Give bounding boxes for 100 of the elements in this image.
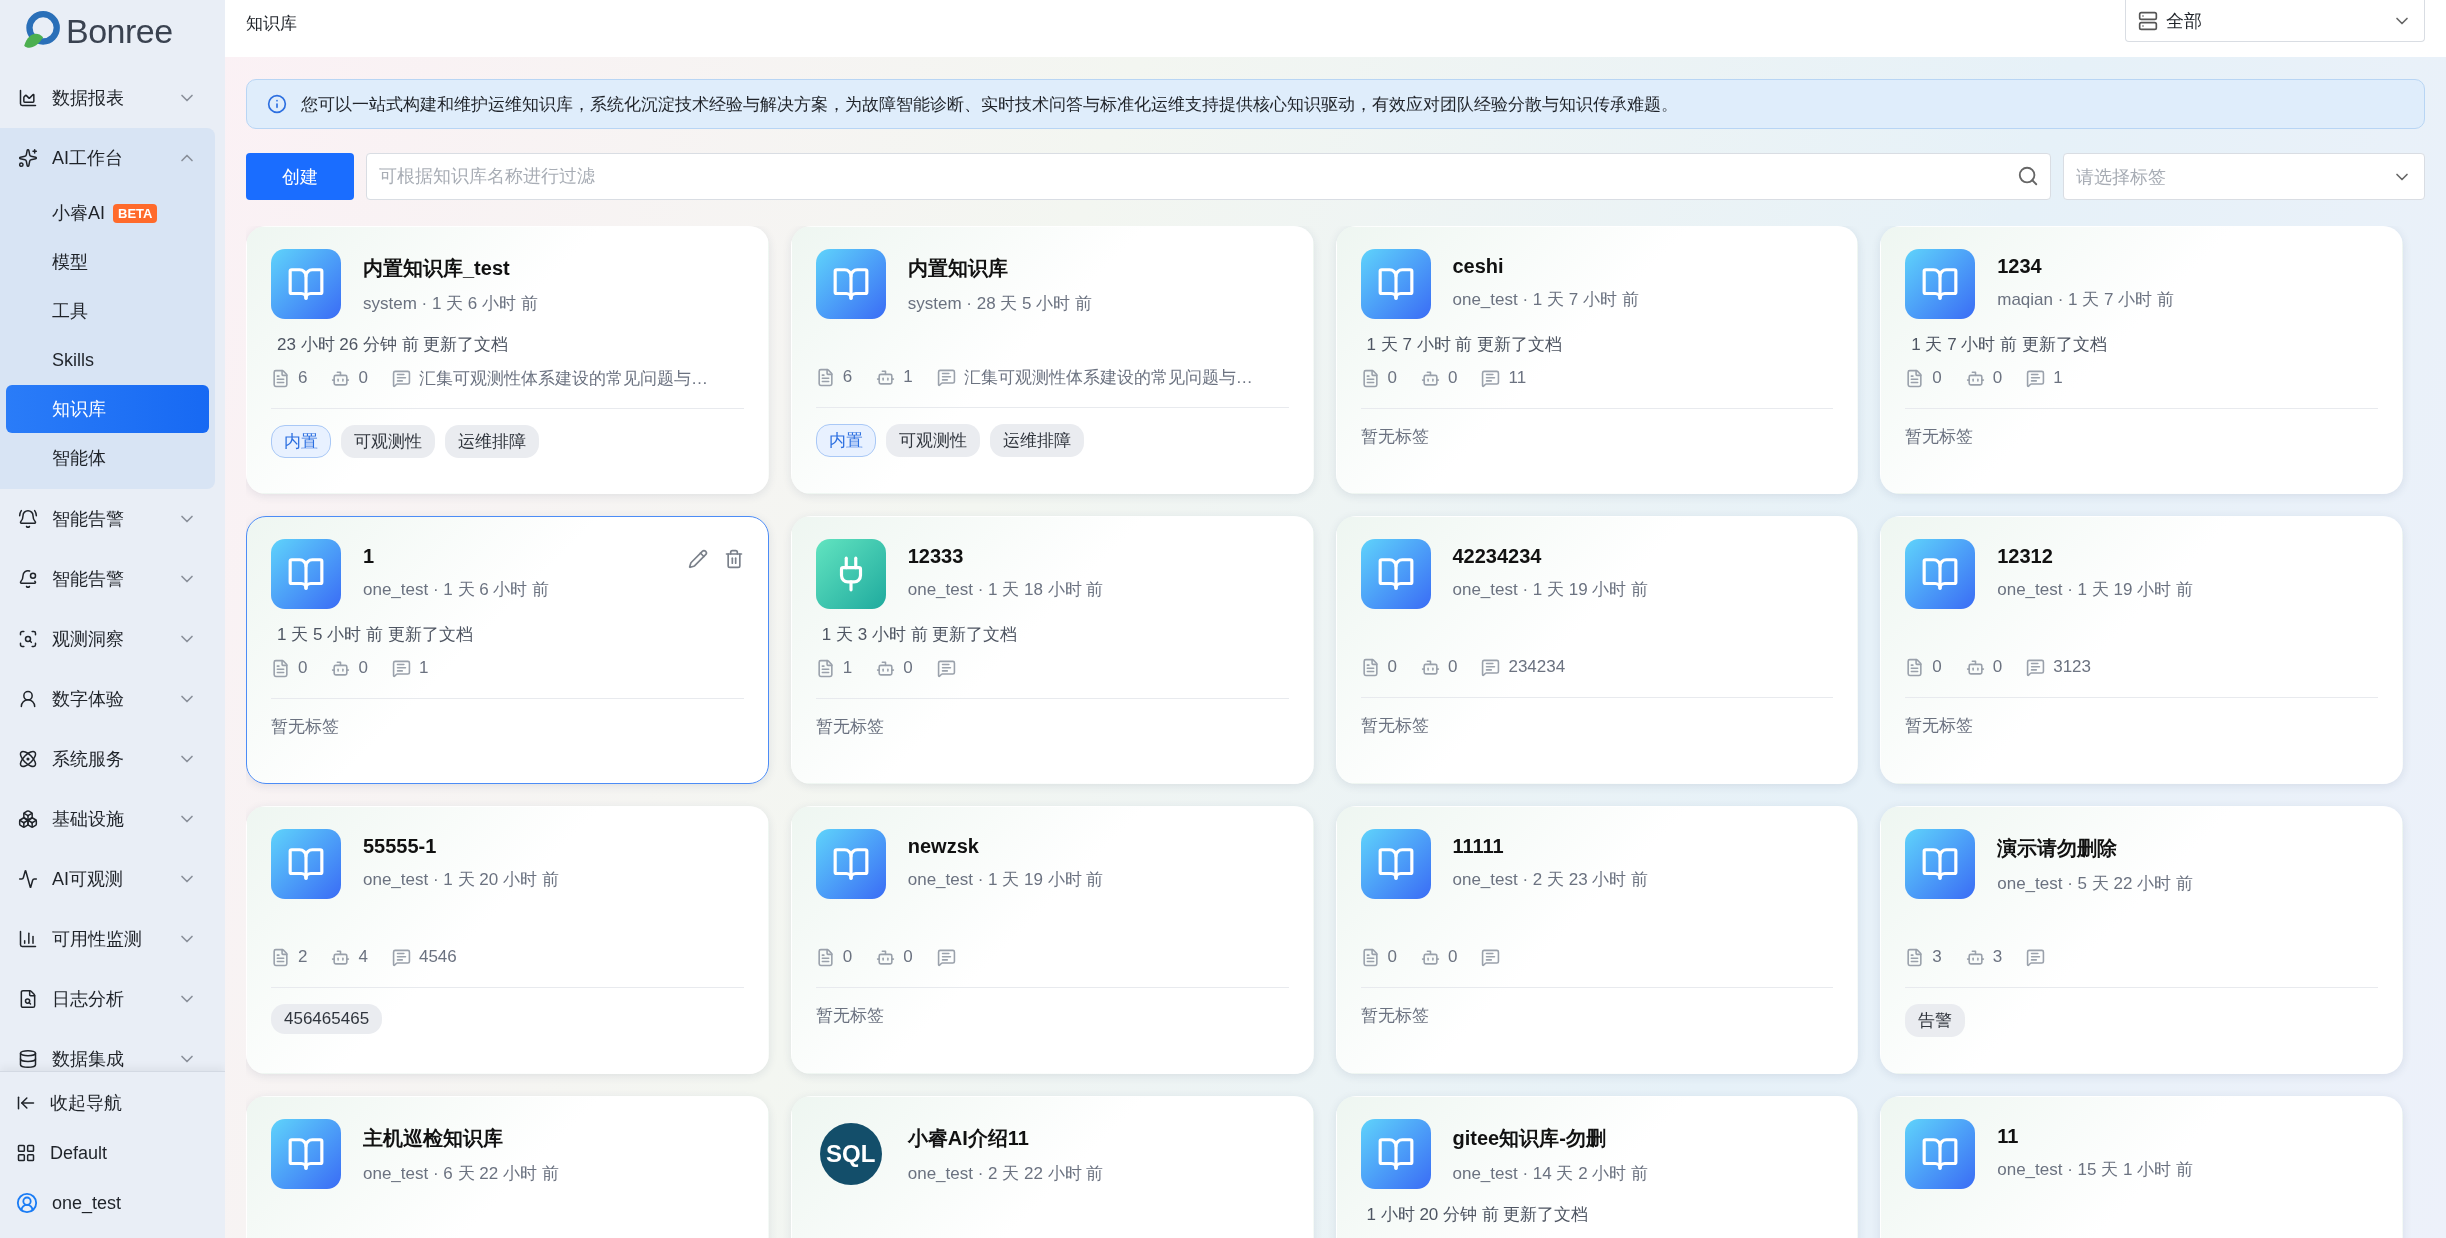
create-button[interactable]: 创建 (246, 153, 354, 200)
knowledge-card[interactable]: 内置知识库 system · 28 天 5 小时 前 6 1 汇集可观测性体系建设的常见问题与… 内置 可观测性 运维排障 (790, 226, 1314, 494)
document-icon (1360, 368, 1380, 388)
card-title: 55555-1 (363, 835, 438, 858)
robot-icon (1965, 947, 1985, 967)
nav-item[interactable]: 智能告警 (0, 549, 215, 609)
user-item[interactable]: one_test (0, 1178, 225, 1228)
beta-badge: BETA (113, 203, 158, 223)
knowledge-card[interactable]: 55555-1 one_test · 1 天 20 小时 前 2 4 4546 456465465 (246, 806, 769, 1074)
workspace-item[interactable]: Default (0, 1128, 225, 1178)
doc-count: 0 (1387, 947, 1397, 967)
grid-icon (16, 1143, 36, 1163)
document-icon (1905, 657, 1925, 677)
document-icon (271, 947, 290, 967)
message-icon (1481, 368, 1501, 388)
card-meta: one_test · 1 天 19 小时 前 (907, 869, 1105, 891)
doc-count: 2 (298, 947, 308, 967)
nav-subitem[interactable]: 模型 (6, 238, 209, 286)
nav-subitem[interactable]: 工具 (6, 287, 209, 335)
edit-icon[interactable] (687, 549, 708, 569)
book-icon (271, 249, 341, 319)
tag: 告警 (1905, 1004, 1966, 1037)
book-icon (1360, 249, 1431, 319)
nav-subitem[interactable]: Skills (6, 336, 209, 384)
nav-label: 可用性监测 (52, 928, 143, 951)
doc-count: 1 (842, 658, 853, 678)
nav-icon (18, 929, 38, 949)
doc-count: 0 (1932, 368, 1942, 388)
knowledge-card[interactable]: newzsk one_test · 1 天 19 小时 前 0 0 暂无标签 (790, 806, 1314, 1074)
bot-count: 4 (358, 947, 368, 967)
nav-subitem[interactable]: 知识库 (6, 385, 209, 433)
page-title: 知识库 (246, 13, 297, 35)
no-tags-text: 暂无标签 (1905, 715, 1974, 737)
nav-label: AI工作台 (52, 147, 124, 170)
nav-item[interactable]: 基础设施 (0, 789, 215, 849)
robot-icon (1965, 657, 1985, 677)
knowledge-card[interactable]: SQL 小睿AI介绍11 one_test · 2 天 22 小时 前 (790, 1096, 1314, 1238)
card-meta: one_test · 1 天 19 小时 前 (1997, 579, 2194, 601)
bot-count: 0 (1447, 657, 1458, 677)
collapse-nav-button[interactable]: 收起导航 (0, 1078, 225, 1128)
knowledge-card[interactable]: 1 one_test · 1 天 6 小时 前 1 天 5 小时 前 更新了文档 0 0 1 暂无标签 (246, 516, 769, 784)
knowledge-card[interactable]: 42234234 one_test · 1 天 19 小时 前 0 0 234234 暂无标签 (1335, 516, 1859, 784)
doc-count: 3 (1932, 947, 1942, 967)
message-icon (391, 658, 411, 678)
tag: 可观测性 (341, 425, 435, 458)
qa-text: 1 (2053, 368, 2063, 388)
qa-text: 汇集可观测性体系建设的常见问题与… (418, 367, 708, 390)
nav-item[interactable]: 智能告警 (0, 489, 215, 549)
document-icon (1905, 947, 1925, 967)
nav-item[interactable]: 日志分析 (0, 969, 215, 1029)
nav-item[interactable]: 数据集成 (0, 1029, 215, 1071)
bot-count: 0 (1992, 657, 2003, 677)
nav-icon (18, 1049, 38, 1069)
card-title: 小睿AI介绍11 (907, 1126, 1030, 1151)
no-tags-text: 暂无标签 (815, 716, 884, 738)
book-icon (815, 829, 886, 899)
card-title: newzsk (907, 835, 980, 858)
nav-subitem[interactable]: 小睿AI BETA (6, 189, 209, 237)
nav-item[interactable]: 系统服务 (0, 729, 215, 789)
bot-count: 1 (903, 367, 913, 387)
book-icon (1360, 829, 1431, 899)
nav-icon (18, 989, 38, 1009)
knowledge-card[interactable]: 内置知识库_test system · 1 天 6 小时 前 23 小时 26 分钟 前 更新了文档 6 0 汇集可观测性体系建设的常见问题与… 内置 可观测性 运维排障 (246, 226, 769, 494)
knowledge-card[interactable]: gitee知识库-勿删 one_test · 14 天 2 小时 前 1 小时 20 分钟 前 更新了文档 (1335, 1096, 1859, 1238)
knowledge-card[interactable]: 12333 one_test · 1 天 18 小时 前 1 天 3 小时 前 更新了文档 1 0 暂无标签 (790, 516, 1314, 784)
knowledge-card[interactable]: ceshi one_test · 1 天 7 小时 前 1 天 7 小时 前 更新了文档 0 0 11 暂无标签 (1335, 226, 1859, 494)
nav-item[interactable]: AI工作台 (0, 128, 215, 188)
card-title: gitee知识库-勿删 (1452, 1126, 1607, 1151)
knowledge-card[interactable]: 12312 one_test · 1 天 19 小时 前 0 0 3123 暂无标签 (1880, 516, 2403, 784)
nav-icon (18, 749, 38, 769)
knowledge-card[interactable]: 主机巡检知识库 one_test · 6 天 22 小时 前 (246, 1096, 769, 1238)
tag: 运维排障 (989, 424, 1084, 457)
book-icon (1905, 1119, 1976, 1189)
card-meta: one_test · 6 天 22 小时 前 (363, 1163, 560, 1185)
card-meta: one_test · 2 天 23 小时 前 (1452, 869, 1650, 891)
knowledge-card[interactable]: 11111 one_test · 2 天 23 小时 前 0 0 暂无标签 (1335, 806, 1859, 1074)
card-meta: system · 28 天 5 小时 前 (907, 293, 1093, 315)
avatar-icon (16, 1192, 38, 1214)
robot-icon (1420, 657, 1440, 677)
search-field[interactable]: 可根据知识库名称进行过滤 (366, 153, 2051, 200)
banner-text: 您可以一站式构建和维护运维知识库，系统化沉淀技术经验与解决方案，为故障智能诊断、实时技术问答与标准化运维支持提供核心知识驱动，有效应对团队经验分散与知识传承难题。 (301, 93, 1678, 116)
nav-item[interactable]: 数据报表 (0, 68, 215, 128)
card-meta: one_test · 1 天 6 小时 前 (363, 579, 551, 601)
card-meta: one_test · 2 天 22 小时 前 (907, 1163, 1105, 1185)
knowledge-card[interactable]: 演示请勿删除 one_test · 5 天 22 小时 前 3 3 告警 (1880, 806, 2403, 1074)
document-icon (271, 368, 290, 388)
knowledge-card[interactable]: 1234 maqian · 1 天 7 小时 前 1 天 7 小时 前 更新了文档 0 0 1 暂无标签 (1880, 226, 2403, 494)
tag: 456465465 (271, 1004, 383, 1034)
nav-item[interactable]: 数字体验 (0, 669, 215, 729)
nav-subitem[interactable]: 智能体 (6, 434, 209, 482)
delete-icon[interactable] (723, 549, 744, 569)
nav-icon (18, 689, 38, 709)
doc-count: 6 (298, 368, 308, 388)
scope-select[interactable]: 全部 (2125, 0, 2425, 42)
nav-item[interactable]: 观测洞察 (0, 609, 215, 669)
nav-item[interactable]: 可用性监测 (0, 909, 215, 969)
knowledge-card[interactable]: 11 one_test · 15 天 1 小时 前 (1880, 1096, 2403, 1238)
card-title: 内置知识库 (907, 256, 1009, 281)
nav-label: 数据集成 (52, 1048, 125, 1071)
nav-item[interactable]: AI可观测 (0, 849, 215, 909)
